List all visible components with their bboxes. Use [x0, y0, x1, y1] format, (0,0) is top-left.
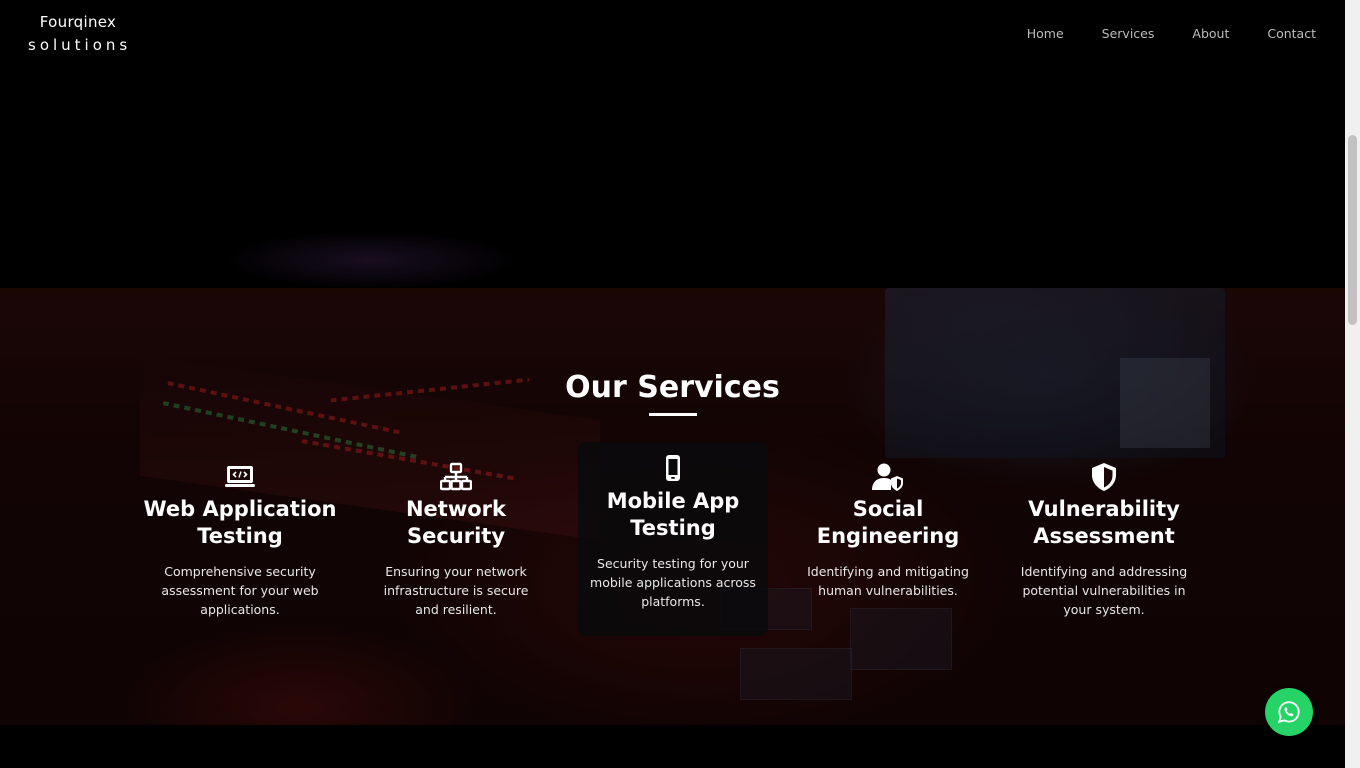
brand-tagline: solutions: [28, 36, 132, 54]
service-card-vulnerability[interactable]: Vulnerability Assessment Identifying and…: [996, 442, 1212, 619]
service-description: Identifying and mitigating human vulnera…: [807, 564, 969, 598]
service-title: Web Application Testing: [143, 497, 337, 548]
service-card-web-app[interactable]: Web Application Testing Comprehensive se…: [132, 442, 348, 619]
service-description: Identifying and addressing potential vul…: [1020, 564, 1188, 617]
mobile-phone-icon: [666, 455, 680, 481]
brand-name: Fourqinex: [39, 13, 117, 31]
service-card-network[interactable]: Network Security Ensuring your network i…: [348, 442, 564, 619]
service-title: Social Engineering: [816, 497, 960, 548]
whatsapp-icon: [1277, 701, 1300, 724]
services-title: Our Services: [565, 370, 780, 405]
next-section: [0, 725, 1345, 768]
whatsapp-button[interactable]: [1265, 688, 1313, 736]
nav-contact[interactable]: Contact: [1267, 26, 1316, 42]
service-title: Mobile App Testing: [606, 489, 740, 540]
main-nav: Home Services About Contact: [989, 26, 1316, 42]
shield-icon: [1092, 463, 1116, 491]
service-description: Security testing for your mobile applica…: [590, 556, 756, 609]
site-header: Fourqinex solutions Home Services About …: [0, 0, 1345, 70]
hero-background: [220, 230, 520, 290]
services-cards: Web Application Testing Comprehensive se…: [132, 442, 1212, 642]
nav-home[interactable]: Home: [1027, 26, 1064, 42]
page-scrollbar[interactable]: [1345, 0, 1360, 768]
brand-logo[interactable]: Fourqinex solutions: [28, 12, 128, 58]
network-icon: [440, 462, 472, 491]
scrollbar-thumb[interactable]: [1348, 135, 1357, 325]
services-section: Our Services Web Application Testing Com…: [0, 288, 1345, 725]
service-card-social-engineering[interactable]: Social Engineering Identifying and mitig…: [780, 442, 996, 600]
service-description: Ensuring your network infrastructure is …: [383, 564, 529, 617]
user-shield-icon: [872, 463, 903, 491]
service-title: Network Security: [405, 497, 506, 548]
service-title: Vulnerability Assessment: [1028, 497, 1180, 548]
nav-services[interactable]: Services: [1102, 26, 1155, 42]
title-underline: [649, 413, 697, 416]
service-card-mobile-app[interactable]: Mobile App Testing Security testing for …: [578, 442, 768, 636]
service-description: Comprehensive security assessment for yo…: [161, 564, 319, 617]
nav-about[interactable]: About: [1192, 26, 1229, 42]
code-laptop-icon: [225, 466, 255, 487]
page: Fourqinex solutions Home Services About …: [0, 0, 1345, 768]
